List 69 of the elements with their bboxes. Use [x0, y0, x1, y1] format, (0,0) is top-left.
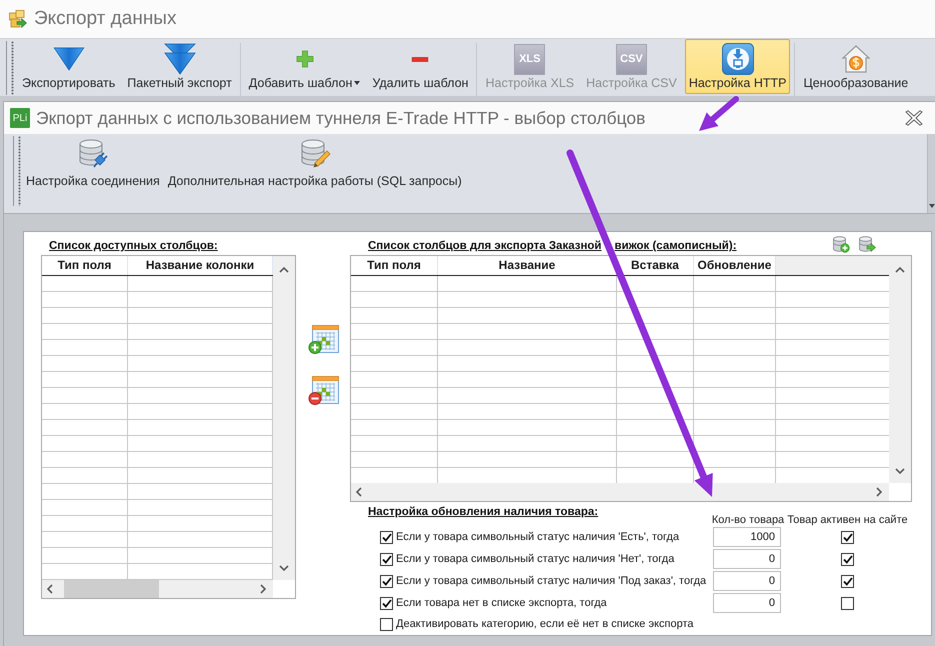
checkbox[interactable]: [380, 596, 393, 610]
rule-label: Деактивировать категорию, если её нет в списке экспорта: [396, 618, 694, 630]
window-title: Экспорт данных: [34, 8, 176, 30]
rule-label: Если у товара символьный статус наличия 'Есть', тогда: [396, 531, 680, 543]
ribbon-button[interactable]: Удалить шаблон: [368, 39, 472, 94]
double-down-triangle-icon: [164, 43, 196, 75]
checkbox[interactable]: [841, 596, 854, 610]
rule-label: Если у товара символьный статус наличия 'Под заказ', тогда: [396, 575, 706, 587]
chevron-left-icon[interactable]: [355, 487, 363, 497]
quantity-field[interactable]: 0: [713, 593, 781, 613]
annotation-arrow: [699, 96, 739, 131]
checkbox[interactable]: [841, 552, 854, 566]
plus-icon: [296, 50, 314, 68]
rule-label: Если товара нет в списке экспорта, тогда: [396, 597, 607, 609]
quantity-field[interactable]: 1000: [713, 527, 781, 547]
house-coin-icon: [840, 44, 871, 74]
ribbon-button[interactable]: Ценообразование: [799, 39, 912, 94]
database-pencil-icon: [298, 137, 331, 169]
download-monitor-icon: [722, 43, 754, 75]
grid-minus-icon[interactable]: [308, 375, 339, 406]
checkbox[interactable]: [380, 530, 393, 544]
dialog-title: Экпорт данных с использованием туннеля E-Trade HTTP - выбор столбцов: [36, 108, 646, 128]
ribbon-button[interactable]: Добавить шаблон: [244, 39, 364, 94]
down-triangle-icon: [52, 47, 85, 71]
ribbon-button[interactable]: Пакетный экспорт: [123, 39, 236, 94]
database-plug-icon: [76, 137, 109, 169]
rule-label: Если у товара символьный статус наличия 'Нет', тогда: [396, 553, 674, 565]
chevron-left-icon[interactable]: [46, 584, 54, 594]
app-logo: PLi: [10, 108, 30, 128]
quantity-field[interactable]: 0: [713, 571, 781, 591]
chevron-down-icon[interactable]: [895, 467, 905, 475]
minus-icon: [411, 56, 430, 62]
toolbar-grip[interactable]: [13, 136, 21, 206]
section-title: Настройка обновления наличия товара:: [368, 506, 600, 518]
horizontal-scrollbar[interactable]: [351, 483, 889, 501]
scrollbar-thumb[interactable]: [64, 580, 159, 598]
quantity-field[interactable]: 0: [713, 549, 781, 569]
column-header: Кол-во товара: [712, 514, 784, 526]
chevron-down-icon[interactable]: [279, 564, 289, 572]
checkbox[interactable]: [841, 574, 854, 588]
boxes-arrow-icon: [8, 9, 28, 29]
file-type-tile: CSV: [616, 44, 647, 74]
horizontal-scrollbar[interactable]: [42, 580, 273, 598]
toolbar-button[interactable]: Дополнительная настройка работы (SQL запросы): [164, 134, 465, 191]
chevron-right-icon[interactable]: [875, 487, 883, 497]
chevron-up-icon[interactable]: [895, 266, 905, 274]
ribbon-button[interactable]: Настройка HTTP: [684, 39, 790, 94]
checkbox[interactable]: [841, 530, 854, 544]
vertical-scrollbar[interactable]: [273, 256, 295, 580]
section-title: вижок (самописный):: [614, 240, 737, 252]
chevron-right-icon[interactable]: [259, 584, 267, 594]
database-plus-icon[interactable]: [832, 235, 850, 253]
database-arrow-icon[interactable]: [858, 235, 876, 253]
section-title: Список столбцов для экспорта Заказной: [367, 240, 602, 252]
checkbox[interactable]: [380, 552, 393, 566]
caret-down-icon[interactable]: [928, 203, 934, 209]
checkbox[interactable]: [380, 574, 393, 588]
section-title: Список доступных столбцов:: [48, 240, 218, 252]
grid-plus-icon[interactable]: [308, 324, 339, 355]
toolbar-grip[interactable]: [6, 41, 14, 95]
checkbox[interactable]: [380, 618, 393, 630]
vertical-scrollbar[interactable]: [889, 256, 911, 483]
chevron-up-icon[interactable]: [279, 266, 289, 274]
caret-down-icon: [354, 81, 360, 85]
column-header: Товар активен на сайте: [787, 514, 908, 526]
close-icon[interactable]: [905, 110, 923, 126]
file-type-tile: XLS: [514, 44, 546, 74]
toolbar-button[interactable]: Настройка соединения: [23, 134, 163, 191]
ribbon-button[interactable]: Экспортировать: [18, 39, 120, 94]
